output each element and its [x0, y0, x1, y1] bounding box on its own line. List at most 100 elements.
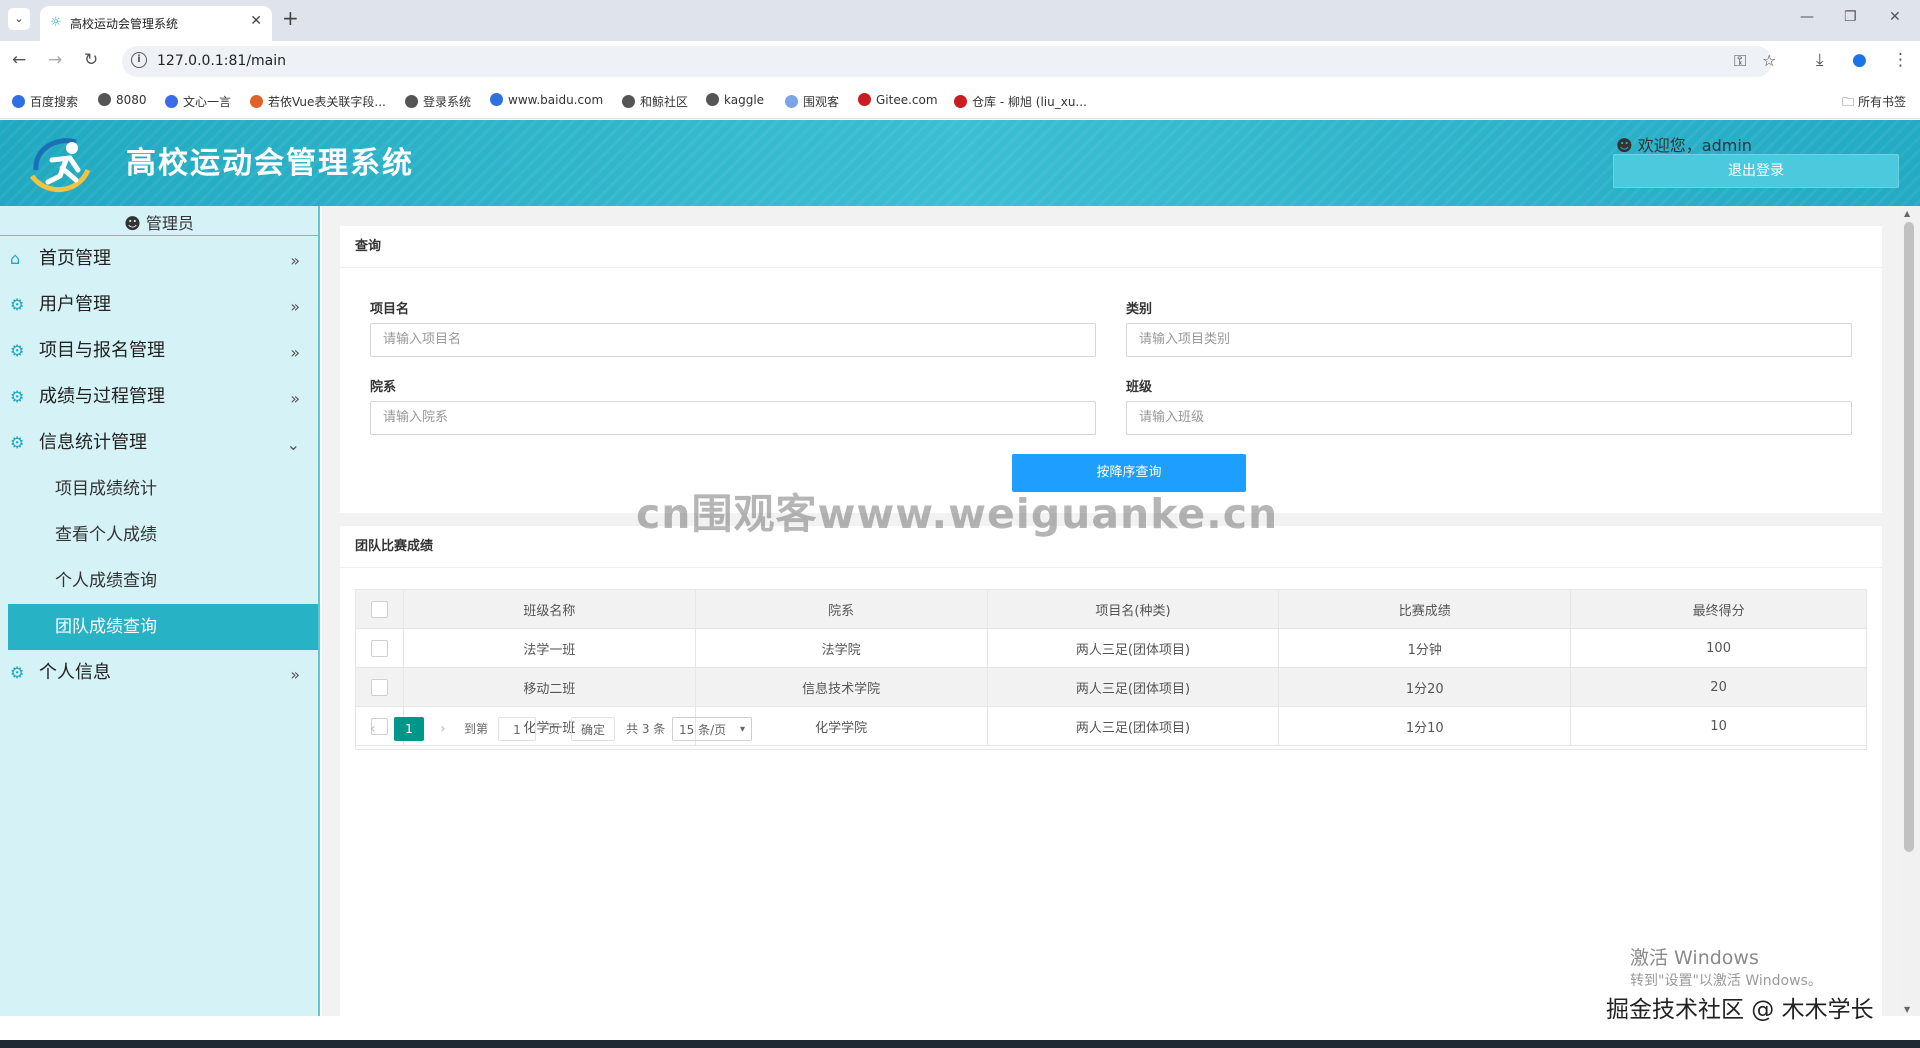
address-bar[interactable]: i 127.0.0.1:81/main ⚿ ☆: [122, 46, 1776, 77]
home-icon: ⌂: [10, 249, 21, 268]
class-input[interactable]: 请输入班级: [1126, 401, 1852, 435]
sidebar-subitem-view-personal[interactable]: 查看个人成绩: [0, 512, 318, 558]
table-cell: 法学院: [694, 628, 988, 668]
row-select-cell[interactable]: [355, 667, 404, 707]
folder-label: 所有书签: [1857, 95, 1906, 109]
goto-label: 到第: [464, 722, 489, 736]
scrollbar-thumb[interactable]: [1904, 222, 1914, 852]
sidebar-item-users[interactable]: ⚙ 用户管理 »: [0, 282, 318, 328]
select-all-cell[interactable]: [355, 589, 404, 629]
table-cell: 两人三足(团体项目): [986, 667, 1280, 707]
back-icon[interactable]: ←: [12, 50, 26, 70]
bookmark-item[interactable]: www.baidu.com: [490, 93, 603, 107]
sidebar-item-scores[interactable]: ⚙ 成绩与过程管理 »: [0, 374, 318, 420]
bookmark-item[interactable]: 和鲸社区: [622, 93, 688, 110]
row-checkbox[interactable]: [370, 639, 388, 657]
prev-page-icon[interactable]: ‹: [370, 717, 376, 741]
user-icon: ☻: [1616, 136, 1633, 155]
sidebar-item-label: 首页管理: [39, 248, 111, 269]
forward-icon[interactable]: →: [48, 50, 62, 70]
bookmark-label: Gitee.com: [876, 93, 938, 107]
department-input[interactable]: 请输入院系: [370, 401, 1096, 435]
page-scrollbar[interactable]: ▲ ▼: [1898, 206, 1920, 1016]
bookmark-item[interactable]: 文心一言: [165, 93, 231, 110]
column-header[interactable]: 最终得分: [1570, 589, 1867, 629]
next-page-icon[interactable]: ›: [440, 717, 446, 741]
browser-toolbar: ← → ↻ i 127.0.0.1:81/main ⚿ ☆ ⤓ ● ⋮: [0, 41, 1920, 82]
bookmark-item[interactable]: 登录系统: [405, 93, 471, 110]
goto-confirm-button[interactable]: 确定: [571, 717, 615, 741]
close-window-icon[interactable]: ✕: [1889, 9, 1901, 25]
bookmark-item[interactable]: Gitee.com: [858, 93, 938, 107]
browser-tab[interactable]: ☼ 高校运动会管理系统 ✕: [40, 6, 272, 41]
sidebar-item-profile[interactable]: ⚙ 个人信息 »: [0, 650, 318, 696]
restore-icon[interactable]: ❐: [1844, 9, 1857, 25]
column-header[interactable]: 班级名称: [402, 589, 696, 629]
address-url[interactable]: 127.0.0.1:81/main: [157, 53, 286, 69]
column-header[interactable]: 院系: [694, 589, 988, 629]
sidebar-subitem-team-query[interactable]: 团队成绩查询: [8, 604, 318, 650]
sidebar-item-home[interactable]: ⌂ 首页管理 »: [0, 236, 318, 282]
category-label: 类别: [1126, 302, 1153, 317]
tab-search-icon[interactable]: ⌄: [8, 8, 30, 30]
table-header-row: 班级名称 院系 项目名(种类) 比赛成绩 最终得分: [355, 589, 1867, 629]
category-input[interactable]: 请输入项目类别: [1126, 323, 1852, 357]
profile-icon[interactable]: ●: [1852, 50, 1867, 70]
sidebar-subitem-project-stats[interactable]: 项目成绩统计: [0, 466, 318, 512]
page-size-select[interactable]: 15 条/页 ▾: [672, 717, 752, 741]
query-card-title: 查询: [340, 226, 1882, 268]
bookmark-item[interactable]: kaggle: [706, 93, 764, 107]
bookmark-item[interactable]: 仓库 - 柳旭 (liu_xu...: [954, 93, 1087, 110]
bookmark-item[interactable]: 围观客: [785, 93, 839, 110]
scroll-up-icon[interactable]: ▲: [1904, 209, 1910, 218]
activate-windows-hint: 转到"设置"以激活 Windows。: [1630, 973, 1822, 989]
welcome-text: ☻ 欢迎您，admin: [1616, 132, 1752, 156]
row-checkbox[interactable]: [370, 678, 388, 696]
table-cell: 1分20: [1278, 667, 1572, 707]
total-count: 共 3 条: [626, 722, 666, 736]
table-cell: 移动二班: [402, 667, 696, 707]
bookmark-favicon-icon: [622, 95, 635, 108]
os-taskbar: [0, 1040, 1920, 1048]
gear-icon: ⚙: [10, 663, 25, 682]
bookmark-label: 百度搜索: [30, 95, 79, 109]
select-all-checkbox[interactable]: [370, 600, 388, 618]
page-number-input[interactable]: 1: [498, 717, 536, 741]
column-header[interactable]: 项目名(种类): [986, 589, 1280, 629]
logout-button[interactable]: 退出登录: [1613, 154, 1899, 188]
new-tab-icon[interactable]: +: [282, 6, 299, 30]
bookmark-item[interactable]: 8080: [98, 93, 147, 107]
chevron-right-icon: »: [290, 343, 300, 362]
table-cell: 1分钟: [1278, 628, 1572, 668]
row-select-cell[interactable]: [355, 628, 404, 668]
role-label: 管理员: [145, 214, 194, 233]
menu-icon[interactable]: ⋮: [1892, 50, 1909, 70]
scroll-down-icon[interactable]: ▼: [1904, 1005, 1910, 1014]
table-row: 移动二班 信息技术学院 两人三足(团体项目) 1分20 20: [355, 667, 1867, 707]
sidebar: ☻ 管理员 ⌂ 首页管理 » ⚙ 用户管理 » ⚙ 项目与报名管理 » ⚙ 成绩…: [0, 206, 320, 1016]
tab-close-icon[interactable]: ✕: [250, 13, 262, 29]
sidebar-item-projects[interactable]: ⚙ 项目与报名管理 »: [0, 328, 318, 374]
sidebar-item-statistics[interactable]: ⚙ 信息统计管理 ⌄: [0, 420, 318, 466]
project-name-input[interactable]: 请输入项目名: [370, 323, 1096, 357]
bookmark-label: 文心一言: [183, 95, 232, 109]
all-bookmarks-folder[interactable]: 🗀 所有书签: [1842, 93, 1906, 114]
bookmark-item[interactable]: 百度搜索: [12, 93, 78, 110]
bookmark-star-icon[interactable]: ☆: [1762, 51, 1776, 70]
sidebar-item-label: 个人信息: [39, 662, 111, 683]
sidebar-item-label: 信息统计管理: [39, 432, 147, 453]
tab-favicon-icon: ☼: [50, 15, 62, 30]
bookmark-item[interactable]: 若依Vue表关联字段...: [250, 93, 386, 110]
download-icon[interactable]: ⤓: [1816, 50, 1824, 70]
password-key-icon[interactable]: ⚿: [1734, 51, 1746, 71]
gear-icon: ⚙: [10, 295, 25, 314]
site-info-icon[interactable]: i: [131, 52, 147, 68]
minimize-icon[interactable]: —: [1800, 9, 1814, 25]
column-header[interactable]: 比赛成绩: [1278, 589, 1572, 629]
sidebar-subitem-personal-query[interactable]: 个人成绩查询: [0, 558, 318, 604]
reload-icon[interactable]: ↻: [84, 50, 98, 70]
class-label: 班级: [1126, 380, 1153, 395]
bookmark-label: kaggle: [724, 93, 765, 107]
browser-tabstrip: ⌄ ☼ 高校运动会管理系统 ✕ + — ❐ ✕: [0, 0, 1920, 41]
current-page-button[interactable]: 1: [394, 717, 424, 741]
